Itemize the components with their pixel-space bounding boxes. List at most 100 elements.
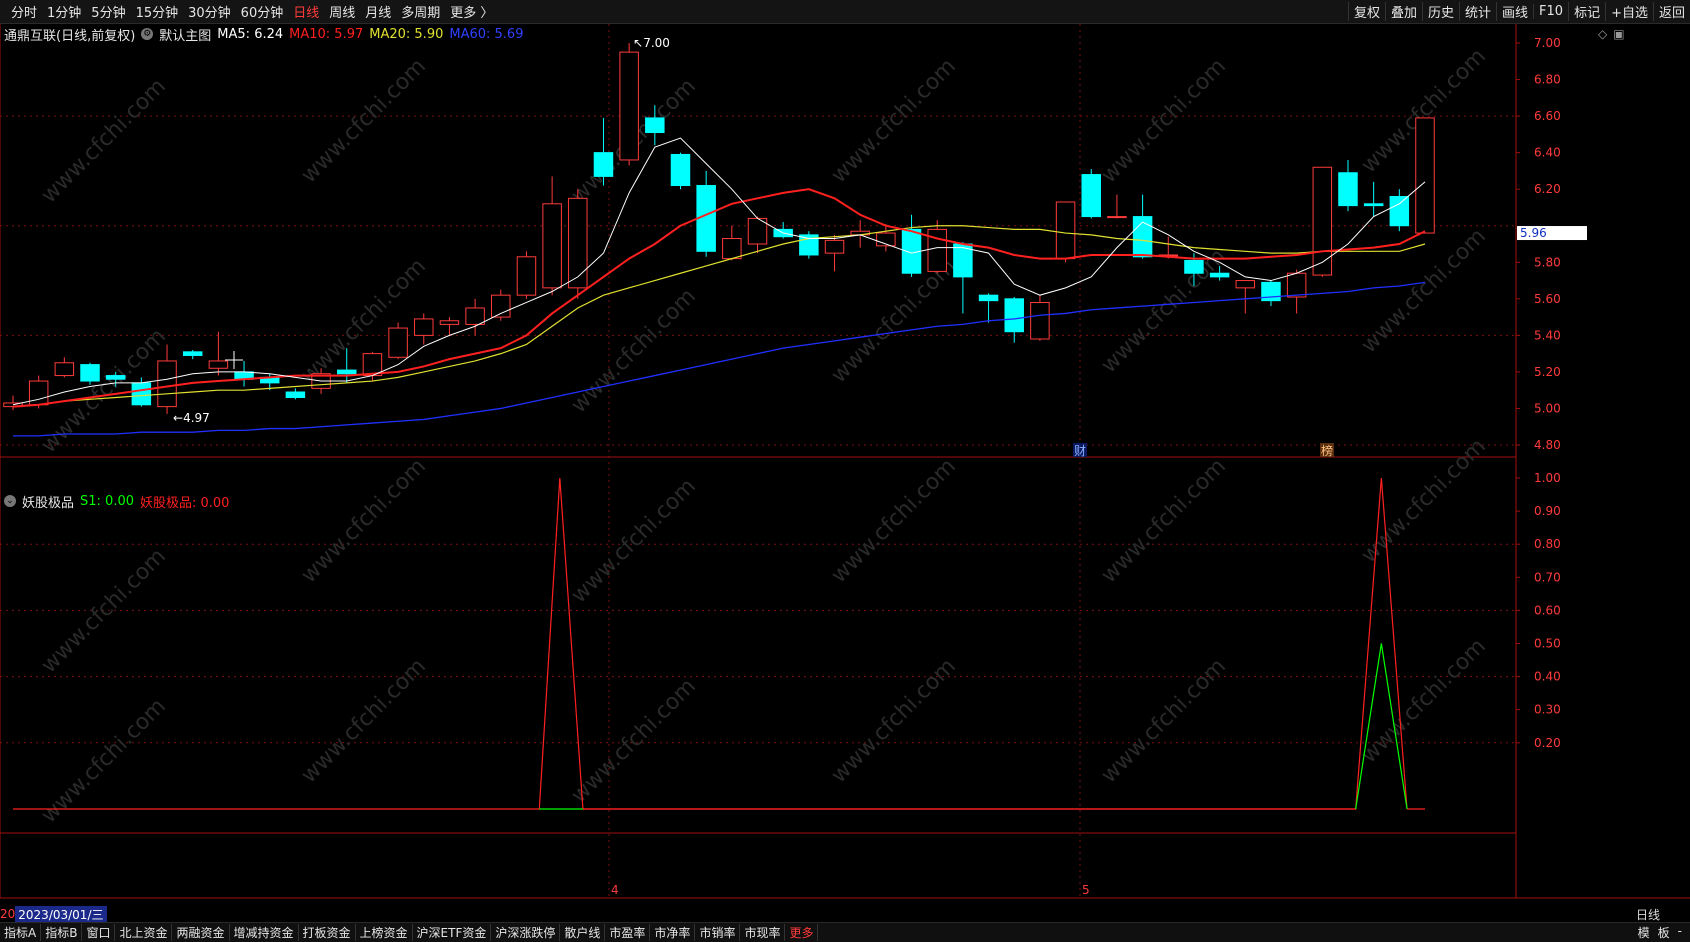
price-tick-label: 6.60 [1534, 109, 1561, 123]
indicator-tab[interactable]: 沪深ETF资金 [413, 924, 492, 941]
candle [619, 43, 639, 166]
low-price-annotation: ←4.97 [173, 411, 210, 425]
badge-cai: 财 [1074, 444, 1086, 458]
tool-button[interactable]: 历史 [1421, 2, 1459, 21]
date-prefix: 20 [0, 907, 16, 921]
tool-button[interactable]: +自选 [1605, 2, 1653, 21]
candle-body [80, 364, 100, 382]
candle-body [1184, 259, 1204, 274]
period-tab[interactable]: 日线 [288, 2, 324, 21]
period-tab[interactable]: 15分钟 [131, 2, 184, 21]
candle-body [593, 152, 614, 177]
candle [670, 152, 691, 190]
tool-button[interactable]: 返回 [1652, 2, 1690, 21]
tool-button[interactable]: 标记 [1568, 2, 1605, 21]
indicator-tab[interactable]: 上榜资金 [356, 924, 413, 941]
bottom-right-controls: 模板- [1638, 924, 1690, 941]
watermark: www.cfchi.com [1357, 634, 1491, 768]
candle [465, 298, 485, 336]
indicator-tab[interactable]: 打板资金 [299, 924, 356, 941]
tool-buttons: 复权 叠加 历史 统计 画线 F10 标记 +自选 返回 [1347, 2, 1690, 21]
candle [722, 225, 742, 261]
current-price-label: 5.96 [1520, 226, 1547, 240]
candle-body [978, 294, 999, 302]
period-tab[interactable]: 1分钟 [42, 2, 86, 21]
bottom-tabs-bar: 指标A 指标B 窗口 北上资金 两融资金 增减持资金 打板资金 上榜资金 沪深ETF资金 沪深涨跌… [0, 922, 1690, 942]
candle-body [131, 382, 152, 406]
indicator-tab[interactable]: 散户线 [560, 924, 606, 941]
candle-body [182, 351, 203, 356]
bottom-control[interactable]: 板 [1658, 924, 1670, 941]
indicator-tab[interactable]: 指标A [0, 924, 42, 941]
candle [799, 231, 819, 259]
candle-body [285, 391, 306, 398]
watermark: www.cfchi.com [37, 694, 171, 828]
ma10-line [12, 188, 1426, 408]
signal-red-line [538, 477, 1408, 810]
sub-tick-label: 1.00 [1534, 471, 1561, 485]
price-tick-label: 6.20 [1534, 182, 1561, 196]
candle [978, 293, 999, 323]
indicator-tab[interactable]: 市现率 [740, 924, 786, 941]
tool-button[interactable]: 叠加 [1384, 2, 1422, 21]
price-tick-label: 5.20 [1534, 365, 1561, 379]
tool-button[interactable]: 统计 [1459, 2, 1496, 21]
sub-tick-label: 0.80 [1534, 537, 1561, 551]
bottom-control[interactable]: - [1678, 924, 1682, 941]
candle [80, 362, 100, 385]
candle-body [1209, 272, 1230, 278]
period-tab[interactable]: 30分钟 [183, 2, 236, 21]
period-tab[interactable]: 月线 [360, 2, 396, 21]
watermark: www.cfchi.com [827, 454, 961, 588]
indicator-tab[interactable]: 增减持资金 [230, 924, 299, 941]
tool-button[interactable]: F10 [1533, 4, 1568, 19]
candle [208, 331, 229, 376]
candle [1286, 269, 1307, 314]
period-tab[interactable]: 5分钟 [86, 2, 130, 21]
indicator-tab[interactable]: 更多 [785, 924, 819, 941]
indicator-tab[interactable]: 指标B [41, 924, 83, 941]
candle [542, 176, 562, 296]
indicator-tab[interactable]: 市盈率 [605, 924, 651, 941]
candle-body [568, 197, 588, 289]
candle [182, 349, 203, 360]
candle-body [208, 360, 229, 369]
indicator-tab[interactable]: 市净率 [650, 924, 696, 941]
candle-body [28, 380, 49, 406]
indicator-tabs: 指标A 指标B 窗口 北上资金 两融资金 增减持资金 打板资金 上榜资金 沪深ETF资金 沪深涨跌… [0, 924, 819, 941]
candle-body [337, 369, 357, 375]
candle-body [105, 375, 126, 380]
indicator-tab[interactable]: 市销率 [695, 924, 741, 941]
candle [568, 189, 588, 299]
candle-body [388, 327, 408, 358]
candle [54, 357, 75, 378]
indicator-tab[interactable]: 两融资金 [172, 924, 230, 941]
kline-chart[interactable]: www.cfchi.com www.cfchi.com www.cfchi.com w… [0, 24, 1690, 906]
price-tick-label: 5.40 [1534, 328, 1561, 342]
x-axis-date: 20 2023/03/01/三 [0, 905, 107, 923]
tool-button[interactable]: 画线 [1496, 2, 1533, 21]
candle-body [157, 360, 177, 408]
candle-body [1055, 201, 1076, 260]
period-toolbar: 分时 1分钟 5分钟 15分钟 30分钟 60分钟 日线 周线 月线 多周期 更多 〉 复权 叠加 历史… [0, 0, 1690, 24]
candle-body [1081, 174, 1101, 218]
indicator-tab[interactable]: 窗口 [82, 924, 116, 941]
candle [1415, 117, 1435, 234]
candle-body [414, 318, 434, 336]
period-tab[interactable]: 60分钟 [236, 2, 289, 21]
candle [1132, 194, 1153, 259]
watermark: www.cfchi.com [297, 654, 431, 788]
period-tab[interactable]: 更多 〉 [445, 2, 498, 21]
candle [1081, 169, 1101, 219]
period-tab[interactable]: 周线 [324, 2, 360, 21]
tool-button[interactable]: 复权 [1347, 2, 1385, 21]
period-tab[interactable]: 多周期 [396, 2, 445, 21]
candle-body [670, 153, 691, 187]
candle [414, 313, 434, 345]
indicator-tab[interactable]: 沪深涨跌停 [491, 924, 561, 941]
watermark: www.cfchi.com [1357, 434, 1491, 568]
bottom-control[interactable]: 模 [1638, 924, 1650, 941]
period-tab[interactable]: 分时 [6, 2, 42, 21]
indicator-tab[interactable]: 北上资金 [115, 924, 173, 941]
watermark: www.cfchi.com [1097, 244, 1231, 378]
